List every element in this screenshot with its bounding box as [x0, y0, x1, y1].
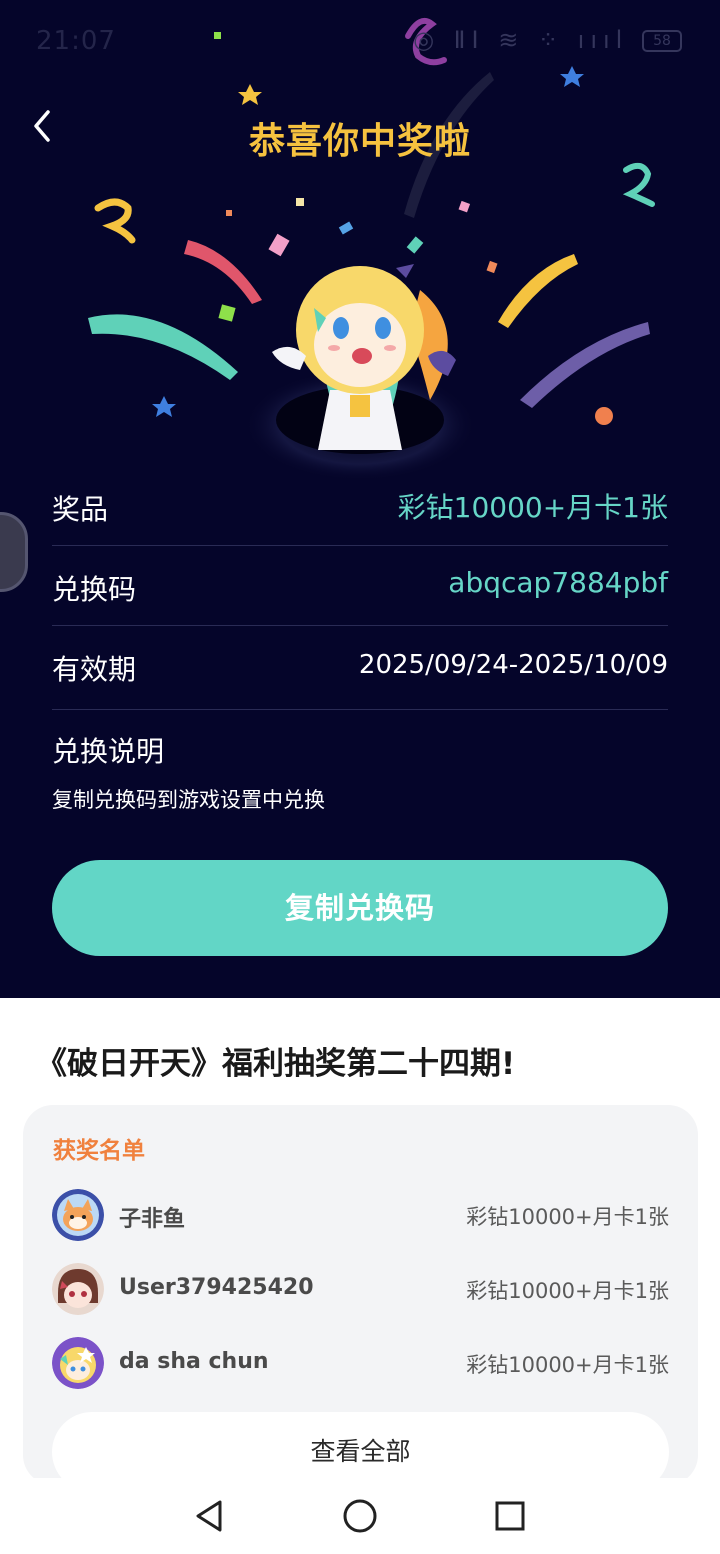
winner-row: 子非鱼 彩钻10000+月卡1张 — [52, 1189, 669, 1245]
prize-panel: 21:07 ◎ ⅡⅠ ≋ ⁘ ıııl 58 恭喜你中奖啦 奖品 彩钻10000… — [0, 0, 720, 998]
prize-value: 彩钻10000+月卡1张 — [397, 491, 668, 524]
winners-card: 获奖名单 子非鱼 彩钻10000+月卡1张 User379425420 彩钻10… — [23, 1105, 698, 1492]
winners-title: 获奖名单 — [53, 1138, 145, 1164]
validity-row: 有效期 2025/09/24-2025/10/09 — [52, 626, 668, 710]
floating-assistant-button[interactable] — [0, 512, 28, 592]
copy-code-button[interactable]: 复制兑换码 — [52, 860, 668, 956]
status-time: 21:07 — [36, 26, 116, 56]
event-title: 《破日开天》福利抽奖第二十四期! — [36, 1046, 516, 1082]
prize-label: 奖品 — [52, 493, 109, 526]
status-bar: 21:07 ◎ ⅡⅠ ≋ ⁘ ıııl 58 — [0, 0, 720, 84]
redeem-code-value[interactable]: abqcap7884pbf — [448, 566, 668, 599]
system-nav-bar — [0, 1478, 720, 1554]
nav-home-button[interactable] — [340, 1496, 380, 1536]
validity-label: 有效期 — [52, 653, 137, 686]
avatar — [52, 1189, 104, 1241]
instructions-title: 兑换说明 — [52, 735, 165, 768]
winner-name: User379425420 — [119, 1275, 314, 1300]
winner-name: da sha chun — [119, 1349, 269, 1374]
triangle-back-icon — [196, 1500, 222, 1532]
page-title: 恭喜你中奖啦 — [248, 121, 471, 162]
battery-icon: 58 — [642, 30, 682, 52]
status-icons: ◎ ⅡⅠ ≋ ⁘ ıııl 58 — [413, 26, 682, 54]
square-recents-icon — [495, 1501, 525, 1531]
validity-value: 2025/09/24-2025/10/09 — [358, 650, 668, 680]
circle-home-icon — [343, 1499, 377, 1533]
winner-row: da sha chun 彩钻10000+月卡1张 — [52, 1337, 669, 1393]
code-row: 兑换码 abqcap7884pbf — [52, 546, 668, 626]
winner-prize: 彩钻10000+月卡1张 — [466, 1279, 669, 1303]
nav-back-button[interactable] — [190, 1496, 230, 1536]
prize-row: 奖品 彩钻10000+月卡1张 — [52, 466, 668, 546]
avatar — [52, 1263, 104, 1315]
nav-recents-button[interactable] — [490, 1496, 530, 1536]
code-label: 兑换码 — [52, 573, 137, 606]
winner-row: User379425420 彩钻10000+月卡1张 — [52, 1263, 669, 1319]
winner-name: 子非鱼 — [119, 1207, 186, 1232]
event-section: 《破日开天》福利抽奖第二十四期! 获奖名单 子非鱼 彩钻10000+月卡1张 U… — [0, 998, 720, 1492]
signal-wifi-icons: ◎ ⅡⅠ ≋ ⁘ ıııl — [413, 26, 629, 54]
avatar — [52, 1337, 104, 1389]
winner-prize: 彩钻10000+月卡1张 — [466, 1205, 669, 1229]
instructions-text: 复制兑换码到游戏设置中兑换 — [52, 788, 325, 812]
winner-prize: 彩钻10000+月卡1张 — [466, 1353, 669, 1377]
